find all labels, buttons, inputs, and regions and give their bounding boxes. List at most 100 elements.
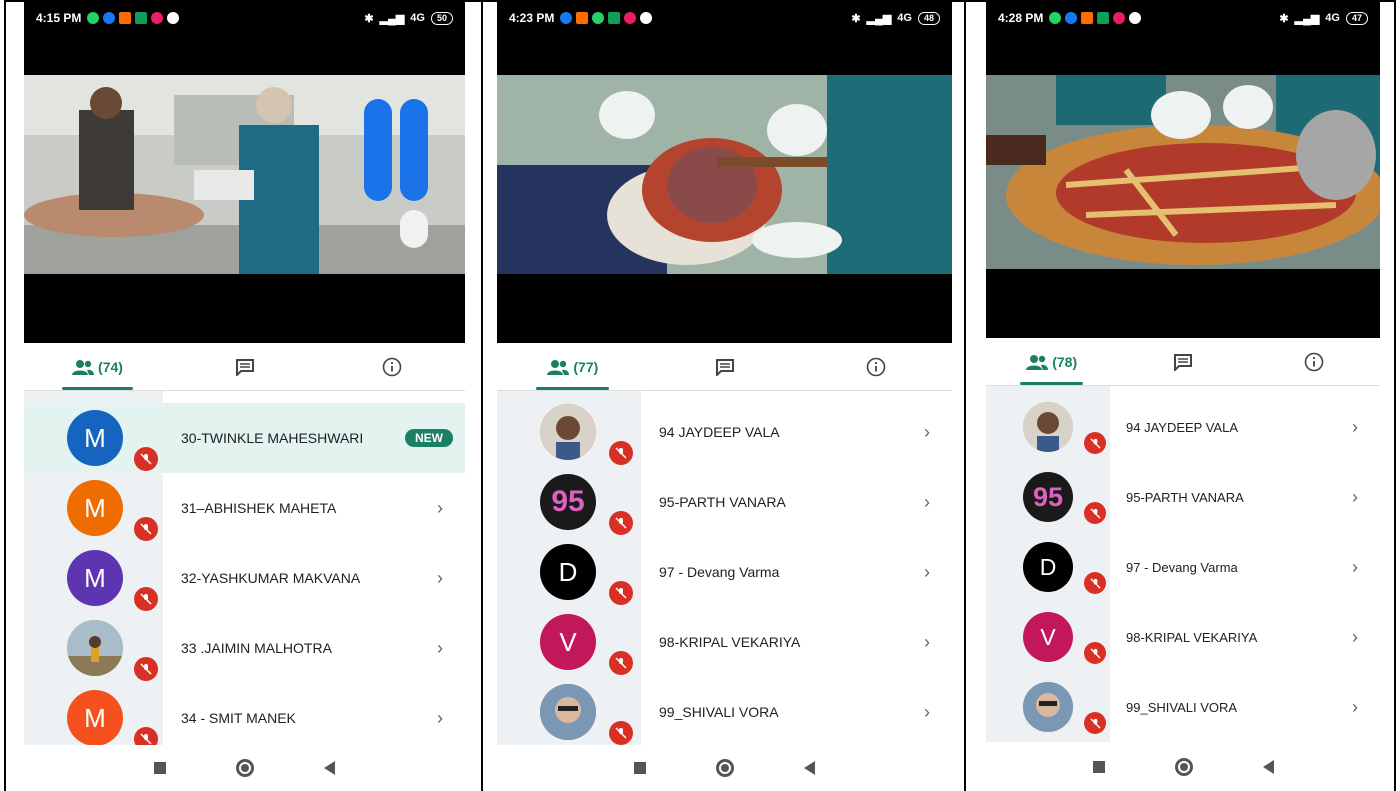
tab-info[interactable] [800, 343, 952, 390]
mic-off-icon [609, 721, 633, 745]
meet-icon [1097, 12, 1110, 24]
mi-icon [1081, 12, 1094, 24]
chevron-right-icon: › [1352, 416, 1358, 437]
participant-name: 31–ABHISHEK MAHETA [181, 500, 337, 516]
chevron-right-icon: › [437, 707, 443, 728]
frame-border-left [4, 0, 6, 791]
list-item[interactable]: 95 95-PARTH VANARA › [986, 462, 1380, 532]
meeting-tabs: (77) [497, 343, 952, 391]
list-item[interactable]: M 34 - SMIT MANEK › [24, 683, 465, 753]
chevron-right-icon: › [924, 421, 930, 442]
tab-people[interactable]: (78) [986, 338, 1117, 385]
participants-count: (74) [98, 358, 123, 375]
list-item[interactable]: 33 .JAIMIN MALHOTRA › [24, 613, 465, 683]
home-icon[interactable] [716, 759, 734, 777]
tab-chat[interactable] [649, 343, 801, 390]
status-bar: 4:28 PM ✱ ▂▄▆ 4G 47 [986, 2, 1380, 34]
mic-off-icon [1084, 712, 1106, 734]
meet-icon [608, 12, 621, 24]
facebook-icon [560, 12, 573, 24]
back-icon[interactable] [324, 761, 335, 775]
avatar: 95 [1023, 472, 1073, 522]
avatar-photo [540, 404, 596, 460]
chevron-right-icon: › [1352, 556, 1358, 577]
participants-count: (77) [573, 358, 599, 375]
avatar: M [67, 410, 123, 466]
notification-icons [1049, 12, 1142, 24]
people-icon [547, 359, 570, 375]
volume-slider[interactable] [400, 99, 428, 201]
mic-off-icon [134, 657, 158, 681]
tab-info[interactable] [318, 343, 465, 390]
frame-divider-1 [481, 0, 483, 791]
participant-name: 98-KRIPAL VEKARIYA [1126, 629, 1258, 645]
home-icon[interactable] [236, 759, 254, 777]
phone-screen-2: 4:23 PM ✱ ▂▄▆ 4G 48 (77) 94 JAYDEEP VALA… [497, 2, 952, 791]
info-icon [1305, 352, 1324, 371]
avatar-photo [67, 620, 123, 676]
participant-name: 97 - Devang Varma [659, 564, 780, 580]
avatar: D [540, 544, 596, 600]
avatar-photo [1023, 402, 1073, 452]
whatsapp-icon [592, 12, 605, 24]
home-icon[interactable] [1174, 758, 1193, 776]
chevron-right-icon: › [1352, 626, 1358, 647]
list-item[interactable]: M 32-YASHKUMAR MAKVANA › [24, 543, 465, 613]
chevron-right-icon: › [437, 567, 443, 588]
chevron-right-icon: › [924, 491, 930, 512]
location-icon [167, 12, 180, 24]
video-feed-area [497, 34, 952, 343]
tab-people[interactable]: (77) [497, 343, 649, 390]
avatar: M [67, 480, 123, 536]
tab-chat[interactable] [171, 343, 318, 390]
bluetooth-icon: ✱ [364, 12, 374, 25]
meeting-tabs: (74) [24, 343, 465, 391]
people-icon [1026, 354, 1049, 370]
meet-icon [135, 12, 148, 24]
participant-name: 33 .JAIMIN MALHOTRA [181, 640, 332, 656]
recents-icon[interactable] [154, 762, 166, 774]
dissection-video [497, 75, 952, 274]
dissection-video [24, 75, 465, 274]
recents-icon[interactable] [634, 762, 646, 774]
list-item[interactable]: V 98-KRIPAL VEKARIYA › [497, 607, 952, 677]
list-item[interactable]: M 31–ABHISHEK MAHETA › [24, 473, 465, 543]
notification-icons [87, 12, 180, 24]
list-item[interactable]: D 97 - Devang Varma › [986, 532, 1380, 602]
facebook-icon [103, 12, 116, 24]
list-item[interactable]: V 98-KRIPAL VEKARIYA › [986, 602, 1380, 672]
ringer-control[interactable] [400, 210, 428, 248]
list-item[interactable]: 94 JAYDEEP VALA › [986, 392, 1380, 462]
bluetooth-icon: ✱ [851, 12, 861, 25]
mic-off-icon [1084, 572, 1106, 594]
avatar: V [1023, 612, 1073, 662]
mic-off-icon [609, 511, 633, 535]
back-icon[interactable] [1262, 760, 1274, 774]
music-slider[interactable] [364, 99, 392, 201]
dissection-video [986, 75, 1380, 269]
participant-name: 94 JAYDEEP VALA [1126, 419, 1239, 435]
tab-chat[interactable] [1117, 338, 1248, 385]
list-item[interactable]: 99_SHIVALI VORA › [497, 677, 952, 747]
list-item[interactable]: 94 JAYDEEP VALA › [497, 397, 952, 467]
chevron-right-icon: › [1352, 486, 1358, 507]
list-item[interactable]: 99_SHIVALI VORA › [986, 672, 1380, 742]
back-icon[interactable] [804, 761, 815, 775]
mic-off-icon [609, 441, 633, 465]
tab-people[interactable]: (74) [24, 343, 171, 390]
mic-off-icon [609, 581, 633, 605]
recents-icon[interactable] [1092, 761, 1105, 773]
heart-icon [1113, 12, 1126, 24]
list-item[interactable]: M 30-TWINKLE MAHESHWARI NEW [24, 403, 465, 473]
tab-info[interactable] [1249, 338, 1380, 385]
android-nav-bar [24, 745, 465, 791]
chevron-right-icon: › [924, 701, 930, 722]
list-item[interactable]: D 97 - Devang Varma › [497, 537, 952, 607]
avatar: D [1023, 542, 1073, 592]
chat-icon [235, 358, 254, 376]
participant-name: 95-PARTH VANARA [659, 494, 786, 510]
frame-border-right [1394, 0, 1396, 791]
participant-name: 30-TWINKLE MAHESHWARI [181, 430, 364, 446]
list-item[interactable]: 95 95-PARTH VANARA › [497, 467, 952, 537]
people-icon [72, 359, 95, 375]
